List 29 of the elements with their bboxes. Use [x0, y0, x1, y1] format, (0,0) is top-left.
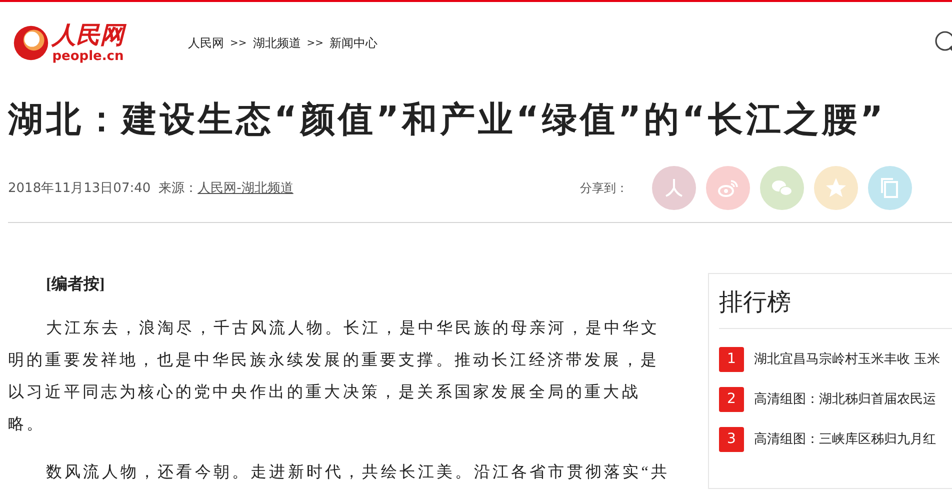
article-paragraph: 大江东去，浪淘尽，千古风流人物。长江，是中华民族的母亲河，是中华文明的重要发祥地，也是中华民族永续发展的重要支撑。推动长江经济带发展，是以习近平同志为核心的党中央作出的重大决策，是关系国家发展全局的重大战略。 [8, 318, 661, 435]
source-link[interactable]: 人民网-湖北频道 [198, 179, 294, 197]
breadcrumb-link[interactable]: 人民网 [188, 34, 224, 52]
breadcrumb-link[interactable]: 湖北频道 [252, 34, 301, 52]
share-label: 分享到： [580, 180, 628, 196]
logo-swirl-icon [12, 24, 50, 62]
breadcrumb-separator: >> [306, 38, 324, 48]
ranking-link[interactable]: 高清组图：三峡库区秭归九月红 [754, 430, 936, 448]
rank-number: 2 [719, 386, 744, 412]
editor-note: [编者按] [46, 274, 106, 295]
star-icon [824, 176, 848, 200]
breadcrumb-link[interactable]: 新闻中心 [330, 34, 378, 52]
breadcrumb-separator: >> [230, 38, 247, 48]
share-weibo-button[interactable] [706, 166, 750, 210]
source-label: 来源： [158, 180, 198, 197]
share-people-button[interactable] [652, 166, 696, 210]
rank-number: 3 [719, 426, 744, 452]
article-paragraph: 数风流人物，还看今朝。走进新时代，共绘长江美。沿江各省市贯彻落实“共 [45, 462, 671, 483]
share-wechat-button[interactable] [760, 166, 804, 210]
publish-date: 2018年11月13日07:40 [8, 180, 151, 197]
ranking-title: 排行榜 [719, 287, 792, 318]
article-title: 湖北：建设生态“颜值”和产业“绿值”的“长江之腰” [8, 99, 888, 142]
share-copy-button[interactable] [868, 166, 912, 210]
rank-number: 1 [719, 346, 744, 372]
logo-domain: people.cn [52, 50, 124, 62]
logo-name: 人民网 [52, 24, 124, 48]
ranking-link[interactable]: 湖北宜昌马宗岭村玉米丰收 玉米 [754, 350, 940, 368]
share-qzone-button[interactable] [814, 166, 858, 210]
ranking-link[interactable]: 高清组图：湖北秭归首届农民运 [754, 390, 936, 408]
